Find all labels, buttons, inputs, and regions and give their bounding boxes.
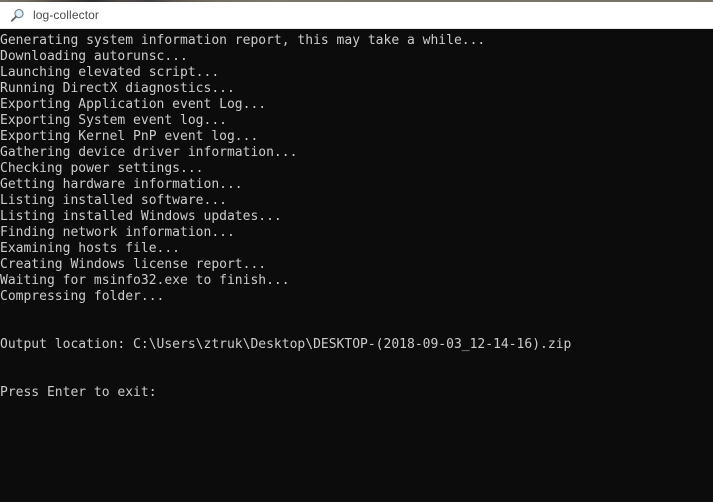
console-line: Waiting for msinfo32.exe to finish...	[0, 273, 290, 288]
console-line: Launching elevated script...	[0, 65, 220, 80]
window-top-edge-strip	[0, 0, 713, 2]
console-line: Compressing folder...	[0, 289, 165, 304]
log-collector-window: log-collector Generating system informat…	[0, 0, 713, 502]
console-line: Finding network information...	[0, 225, 235, 240]
title-bar: log-collector	[0, 2, 713, 29]
console-line: Press Enter to exit:	[0, 385, 157, 400]
console-text: Generating system information report, th…	[0, 29, 713, 401]
console-line: Listing installed software...	[0, 193, 227, 208]
console-line: Generating system information report, th…	[0, 33, 486, 48]
window-title: log-collector	[33, 8, 99, 22]
console-line: Exporting Kernel PnP event log...	[0, 129, 259, 144]
console-line: Exporting System event log...	[0, 113, 227, 128]
console-line: Downloading autorunsc...	[0, 49, 188, 64]
console-line: Running DirectX diagnostics...	[0, 81, 235, 96]
console-line: Creating Windows license report...	[0, 257, 267, 272]
console-line: Gathering device driver information...	[0, 145, 298, 160]
console-line: Examining hosts file...	[0, 241, 181, 256]
console-line: Checking power settings...	[0, 161, 204, 176]
console-line: Output location: C:\Users\ztruk\Desktop\…	[0, 337, 572, 352]
console-line: Exporting Application event Log...	[0, 97, 267, 112]
console-line: Getting hardware information...	[0, 177, 243, 192]
console-output-area[interactable]: Generating system information report, th…	[0, 29, 713, 502]
magnifier-icon	[9, 7, 26, 24]
console-line: Listing installed Windows updates...	[0, 209, 282, 224]
